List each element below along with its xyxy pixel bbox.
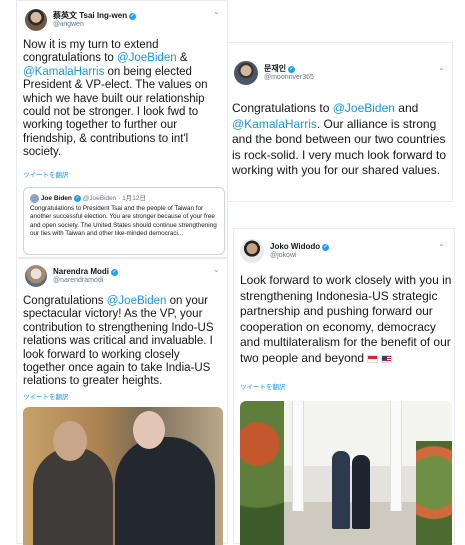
avatar: [30, 193, 39, 203]
mention-link[interactable]: @JoeBiden: [107, 295, 167, 307]
tweet-card-modi[interactable]: Narendra Modi ✓ @narendramodi ⌄ Congratul…: [16, 258, 228, 545]
tweet-card-tsai[interactable]: 蔡英文 Tsai Ing-wen ✓ @iingwen ⌄ Now it is m…: [16, 0, 228, 258]
photo-figure: [115, 437, 215, 545]
photo-figure-head: [133, 411, 165, 449]
translate-link[interactable]: ツイートを翻訳: [240, 381, 286, 391]
verified-badge-icon: ✓: [288, 65, 296, 73]
tweet-card-jokowi[interactable]: Joko Widodo ✓ @jokowi ⌄ Look forward to w…: [233, 228, 455, 545]
tweet-text: Congratulations @JoeBiden on your specta…: [23, 295, 214, 388]
avatar[interactable]: [25, 265, 47, 287]
avatar[interactable]: [240, 239, 264, 263]
tweet-photo[interactable]: [240, 401, 452, 545]
chevron-down-icon[interactable]: ⌄: [213, 265, 220, 274]
verified-badge-icon: ✓: [129, 12, 137, 20]
chevron-down-icon[interactable]: ⌄: [438, 63, 445, 72]
us-flag-icon: [381, 354, 393, 363]
display-name[interactable]: 蔡英文 Tsai Ing-wen ✓: [53, 11, 137, 20]
mention-link[interactable]: @JoeBiden: [117, 52, 177, 64]
handle[interactable]: @moonriver365: [264, 74, 314, 82]
tweet-text: Look forward to work closely with you in…: [240, 273, 452, 365]
handle[interactable]: @iingwen: [53, 21, 136, 29]
indonesia-flag-icon: [367, 354, 379, 363]
tweet-card-moon[interactable]: 문재인 ✓ @moonriver365 ⌄ Congratulations to …: [227, 42, 453, 202]
display-name[interactable]: Joko Widodo ✓: [270, 242, 330, 251]
translate-link[interactable]: ツイートを翻訳: [23, 169, 69, 179]
photo-column: [390, 401, 402, 511]
display-name[interactable]: Narendra Modi ✓: [53, 267, 119, 276]
avatar[interactable]: [25, 9, 47, 31]
quoted-tweet-text: Congratulations to President Tsai and th…: [30, 205, 217, 238]
mention-link[interactable]: @KamalaHarris: [232, 117, 317, 131]
handle[interactable]: @jokowi: [270, 252, 329, 260]
tweet-photo[interactable]: [23, 407, 223, 545]
quoted-tweet-header: Joe Biden ✓ @JoeBiden · 1月12日: [30, 192, 146, 203]
verified-badge-icon: ✓: [322, 243, 330, 251]
us-flag-canton: [382, 355, 388, 360]
mention-link[interactable]: @KamalaHarris: [23, 66, 104, 78]
avatar[interactable]: [234, 61, 258, 85]
photo-figure: [332, 451, 350, 529]
photo-plant: [240, 401, 284, 545]
photo-figure-head: [53, 421, 87, 461]
tweet-text: Congratulations to @JoeBiden and @Kamala…: [232, 101, 447, 178]
translate-link[interactable]: ツイートを翻訳: [23, 391, 69, 401]
mention-link[interactable]: @JoeBiden: [333, 101, 395, 115]
verified-badge-icon: ✓: [111, 268, 119, 276]
photo-figure: [352, 455, 370, 529]
photo-plant: [416, 441, 452, 545]
chevron-down-icon[interactable]: ⌄: [213, 7, 220, 16]
display-name[interactable]: 문재인 ✓: [264, 64, 314, 73]
verified-badge-icon: ✓: [73, 194, 81, 202]
photo-figure: [33, 447, 113, 545]
tweet-text: Now it is my turn to extend congratulati…: [23, 39, 208, 159]
chevron-down-icon[interactable]: ⌄: [438, 239, 445, 248]
handle[interactable]: @narendramodi: [53, 277, 118, 285]
photo-column: [292, 401, 304, 511]
quoted-tweet[interactable]: Joe Biden ✓ @JoeBiden · 1月12日 Congratulat…: [23, 187, 225, 255]
